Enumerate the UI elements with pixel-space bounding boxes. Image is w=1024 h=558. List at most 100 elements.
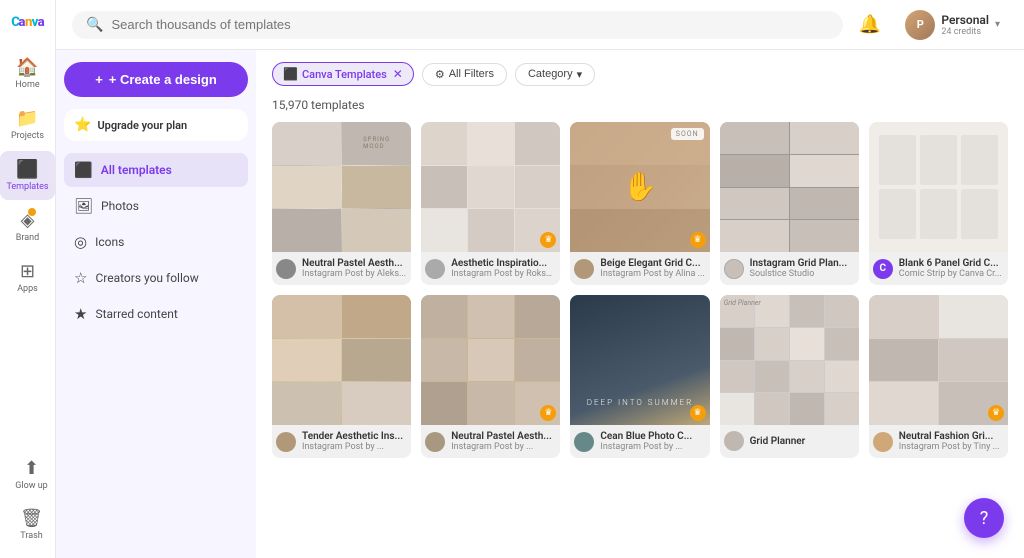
template-subtitle: Instagram Post by Rokso... — [451, 269, 556, 279]
template-subtitle: Instagram Post by ... — [302, 442, 407, 452]
trash-icon: 🗑 — [20, 508, 43, 529]
template-thumbnail — [272, 295, 411, 425]
template-title: Aesthetic Inspiratio... — [451, 258, 556, 269]
sidebar-item-apps[interactable]: ⊞ Apps — [0, 253, 55, 302]
glowup-icon: ⬆ — [24, 458, 39, 479]
filter-bar: ⬛ Canva Templates ✕ ⚙ All Filters Catego… — [272, 62, 1008, 86]
category-label: Category — [528, 68, 573, 80]
template-title: Cean Blue Photo C... — [600, 431, 705, 442]
template-text: Neutral Pastel Aesth... Instagram Post b… — [302, 258, 407, 279]
nav-item-creators[interactable]: ☆ Creators you follow — [64, 261, 248, 295]
nav-item-starred[interactable]: ★ Starred content — [64, 297, 248, 331]
template-subtitle: Instagram Post by ... — [451, 442, 556, 452]
template-area: ⬛ Canva Templates ✕ ⚙ All Filters Catego… — [256, 50, 1024, 558]
template-card[interactable]: Grid Planner Grid Planner — [720, 295, 859, 458]
star-icon: ⭐ — [74, 117, 91, 133]
header-right: 🔔 P Personal 24 credits ▾ — [855, 6, 1008, 44]
template-title: Neutral Pastel Aesth... — [302, 258, 407, 269]
template-info: Grid Planner — [720, 425, 859, 457]
template-card[interactable]: ♛ Neutral Pastel Aesth... Instagram Post… — [421, 295, 560, 458]
template-text: Instagram Grid Plan... Soulstice Studio — [750, 258, 855, 279]
sidebar-item-brand[interactable]: ◈ Brand — [0, 202, 55, 251]
template-thumbnail: ♛ — [421, 122, 560, 252]
category-chevron-icon: ▾ — [577, 68, 583, 81]
nav-label: Starred content — [95, 307, 177, 321]
sidebar-item-label: Templates — [6, 182, 48, 192]
upgrade-bar[interactable]: ⭐ Upgrade your plan — [64, 109, 248, 141]
creator-avatar — [276, 259, 296, 279]
home-icon: 🏠 — [16, 57, 38, 78]
user-name: Personal — [941, 13, 989, 27]
sidebar-item-label: Brand — [16, 233, 39, 243]
nav-item-all-templates[interactable]: ⬛ All templates — [64, 153, 248, 187]
photos-icon: 🖼 — [74, 197, 93, 215]
header: 🔍 🔔 P Personal 24 credits ▾ — [56, 0, 1024, 50]
all-filters-button[interactable]: ⚙ All Filters — [422, 63, 507, 86]
template-card[interactable]: Instagram Grid Plan... Soulstice Studio — [720, 122, 859, 285]
template-subtitle: Soulstice Studio — [750, 269, 855, 279]
nav-label: All templates — [101, 163, 172, 177]
apps-icon: ⊞ — [20, 261, 35, 282]
sidebar-item-templates[interactable]: ⬛ Templates — [0, 151, 55, 200]
template-title: Instagram Grid Plan... — [750, 258, 855, 269]
template-info: Cean Blue Photo C... Instagram Post by .… — [570, 425, 709, 458]
template-card[interactable]: ♛ Neutral Fashion Gri... Instagram Post … — [869, 295, 1008, 458]
sidebar-item-trash[interactable]: 🗑 Trash — [4, 500, 59, 549]
user-info: Personal 24 credits — [941, 13, 989, 37]
template-text: Grid Planner — [750, 436, 855, 447]
sidebar-item-home[interactable]: 🏠 Home — [0, 49, 55, 98]
search-input[interactable] — [111, 17, 828, 32]
creator-avatar — [873, 432, 893, 452]
chevron-down-icon: ▾ — [995, 19, 1000, 30]
creator-avatar — [425, 259, 445, 279]
avatar: P — [905, 10, 935, 40]
template-subtitle: Instagram Post by ... — [600, 442, 705, 452]
main-area: 🔍 🔔 P Personal 24 credits ▾ + + Create — [56, 0, 1024, 558]
category-button[interactable]: Category ▾ — [515, 63, 595, 86]
sidebar-item-label: Trash — [20, 531, 42, 541]
creator-avatar: C — [873, 259, 893, 279]
nav-item-photos[interactable]: 🖼 Photos — [64, 189, 248, 223]
template-grid: SPRINGMOOD Neutral Pastel Aesth... Insta… — [272, 122, 1008, 458]
sidebar-item-glowup[interactable]: ⬆ Glow up — [4, 450, 59, 499]
sidebar-item-label: Projects — [11, 131, 44, 141]
template-thumbnail: DEEP INTO SUMMER ♛ — [570, 295, 709, 425]
user-profile[interactable]: P Personal 24 credits ▾ — [897, 6, 1008, 44]
creator-avatar — [724, 431, 744, 451]
creator-avatar — [574, 432, 594, 452]
template-title: Blank 6 Panel Grid C... — [899, 258, 1004, 269]
template-card[interactable]: Tender Aesthetic Ins... Instagram Post b… — [272, 295, 411, 458]
nav-label: Icons — [95, 235, 124, 249]
template-info: Aesthetic Inspiratio... Instagram Post b… — [421, 252, 560, 285]
filter-icon: ⚙ — [435, 68, 445, 81]
upgrade-label: Upgrade your plan — [97, 119, 187, 132]
template-info: Instagram Grid Plan... Soulstice Studio — [720, 252, 859, 285]
template-card[interactable]: ✋ SOON ♛ Beige Elegant Grid C... Instagr… — [570, 122, 709, 285]
content-area: + + Create a design ⭐ Upgrade your plan … — [56, 50, 1024, 558]
create-design-button[interactable]: + + Create a design — [64, 62, 248, 97]
template-thumbnail — [720, 122, 859, 252]
template-card[interactable]: ♛ Aesthetic Inspiratio... Instagram Post… — [421, 122, 560, 285]
sidebar-item-projects[interactable]: 📁 Projects — [0, 100, 55, 149]
nav-item-icons[interactable]: ◎ Icons — [64, 225, 248, 259]
help-fab-button[interactable]: ? — [964, 498, 1004, 538]
search-bar[interactable]: 🔍 — [72, 11, 843, 39]
sidebar-item-label: Home — [15, 80, 39, 90]
template-card[interactable]: C Blank 6 Panel Grid C... Comic Strip by… — [869, 122, 1008, 285]
template-info: C Blank 6 Panel Grid C... Comic Strip by… — [869, 252, 1008, 285]
template-info: Neutral Pastel Aesth... Instagram Post b… — [421, 425, 560, 458]
template-title: Beige Elegant Grid C... — [600, 258, 705, 269]
remove-filter-button[interactable]: ✕ — [393, 67, 403, 81]
notifications-button[interactable]: 🔔 — [855, 10, 885, 39]
active-filter-tag[interactable]: ⬛ Canva Templates ✕ — [272, 62, 414, 86]
overlay-text: DEEP INTO SUMMER — [587, 398, 693, 407]
template-card[interactable]: DEEP INTO SUMMER ♛ Cean Blue Photo C... … — [570, 295, 709, 458]
nav-label: Photos — [101, 199, 139, 213]
template-info: Beige Elegant Grid C... Instagram Post b… — [570, 252, 709, 285]
template-info: Neutral Pastel Aesth... Instagram Post b… — [272, 252, 411, 285]
template-card[interactable]: SPRINGMOOD Neutral Pastel Aesth... Insta… — [272, 122, 411, 285]
all-filters-label: All Filters — [449, 68, 494, 80]
template-thumbnail: ♛ — [421, 295, 560, 425]
template-thumbnail: Grid Planner — [720, 295, 859, 425]
active-tag-label: Canva Templates — [302, 68, 387, 81]
